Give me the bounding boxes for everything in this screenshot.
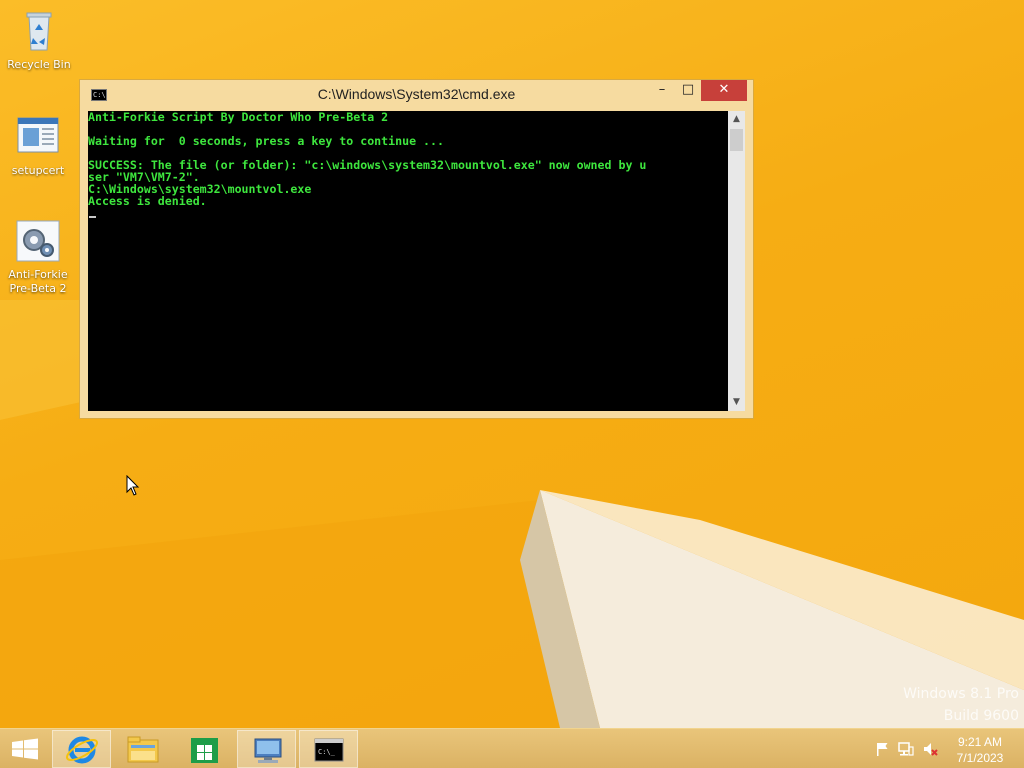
taskbar-file-explorer[interactable] — [113, 730, 172, 768]
computer-icon — [254, 738, 282, 763]
desktop-icon-label: Recycle Bin — [7, 58, 71, 71]
taskbar-remote-desktop[interactable] — [237, 730, 296, 768]
watermark-build: Build 9600 — [943, 708, 1019, 724]
taskbar-command-prompt[interactable]: C:\_ — [299, 730, 358, 768]
desktop-icon-setupcert[interactable]: setupcert — [0, 114, 76, 178]
console-text: Anti-Forkie Script By Doctor Who Pre-Bet… — [88, 111, 647, 207]
desktop-icon-label: Anti-Forkie Pre-Beta 2 — [8, 268, 68, 295]
taskbar-store[interactable] — [175, 730, 234, 768]
internet-explorer-icon — [65, 736, 99, 764]
taskbar-clock[interactable]: 9:21 AM 7/1/2023 — [940, 734, 1020, 766]
desktop: Recycle Bin setupcert Anti-Forkie Pre-Be… — [0, 0, 1024, 728]
cmd-icon: C:\_ — [314, 738, 344, 762]
scrollbar-thumb[interactable] — [730, 129, 743, 151]
document-icon — [14, 114, 62, 162]
mouse-pointer-icon — [126, 475, 140, 496]
console-output[interactable]: Anti-Forkie Script By Doctor Who Pre-Bet… — [88, 111, 728, 411]
cmd-window[interactable]: C:\ C:\Windows\System32\cmd.exe – □ ✕ An… — [79, 79, 754, 419]
desktop-icon-anti-forkie[interactable]: Anti-Forkie Pre-Beta 2 — [0, 218, 76, 296]
scroll-down-arrow-icon[interactable]: ▼ — [728, 394, 745, 411]
desktop-icon-label: setupcert — [11, 164, 65, 177]
vertical-scrollbar[interactable]: ▲ ▼ — [728, 111, 745, 411]
scroll-up-arrow-icon[interactable]: ▲ — [728, 111, 745, 128]
taskbar: C:\_ 9:21 AM 7/1/2023 — [0, 728, 1024, 768]
svg-text:C:\_: C:\_ — [318, 748, 336, 756]
taskbar-internet-explorer[interactable] — [52, 730, 111, 768]
clock-date: 7/1/2023 — [956, 751, 1004, 765]
clock-time: 9:21 AM — [957, 735, 1003, 749]
network-icon[interactable] — [898, 741, 914, 757]
windows-watermark: Windows 8.1 Pro Build 9600 — [903, 683, 1019, 727]
windows-logo-icon — [12, 738, 38, 760]
desktop-icon-recycle-bin[interactable]: Recycle Bin — [1, 8, 77, 72]
text-cursor — [89, 216, 96, 218]
minimize-button[interactable]: – — [649, 80, 675, 101]
start-button[interactable] — [0, 730, 50, 768]
maximize-button[interactable]: □ — [675, 80, 701, 101]
volume-muted-icon[interactable] — [922, 741, 938, 757]
store-icon — [191, 738, 218, 763]
folder-icon — [127, 736, 159, 763]
window-titlebar[interactable]: C:\ C:\Windows\System32\cmd.exe – □ ✕ — [80, 80, 753, 110]
recycle-bin-icon — [15, 8, 63, 56]
gears-script-icon — [14, 218, 62, 266]
action-center-flag-icon[interactable] — [874, 741, 890, 757]
watermark-edition: Windows 8.1 Pro — [903, 686, 1019, 702]
close-button[interactable]: ✕ — [701, 80, 747, 101]
